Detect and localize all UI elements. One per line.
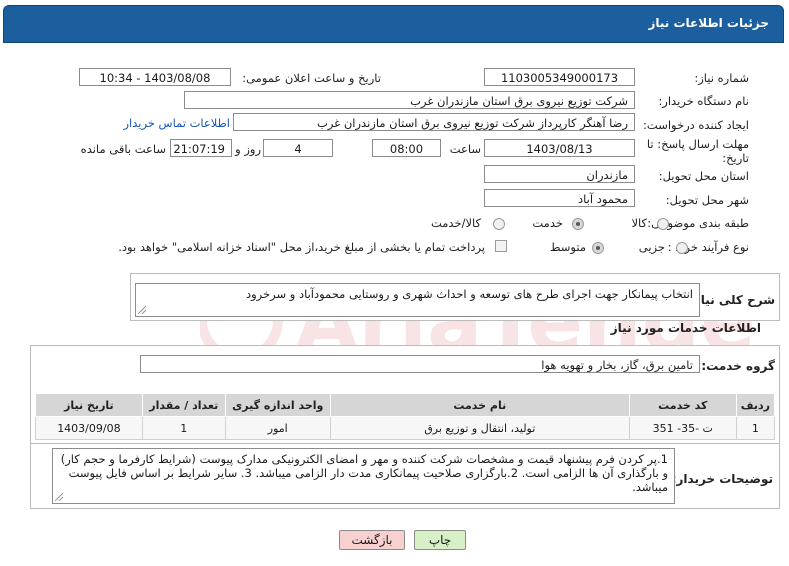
province-label: استان محل تحویل: xyxy=(658,169,749,183)
remaining-label: ساعت باقی مانده xyxy=(80,142,166,156)
days-label: روز و xyxy=(235,142,261,156)
summary-textarea[interactable]: انتخاب پیمانکار جهت اجرای طرح های توسعه … xyxy=(135,283,700,317)
deadline-time-field: 08:00 xyxy=(372,139,441,157)
col-header-quantity: تعداد / مقدار xyxy=(141,393,226,417)
category-radio-service[interactable] xyxy=(572,218,584,230)
summary-text: انتخاب پیمانکار جهت اجرای طرح های توسعه … xyxy=(246,287,693,301)
deadline-hour-label: ساعت xyxy=(449,142,481,156)
treasury-payment-checkbox[interactable] xyxy=(495,240,507,252)
services-section-title: اطلاعات خدمات مورد نیاز xyxy=(610,321,761,335)
category-option-service: خدمت xyxy=(532,216,563,230)
remaining-time-field: 21:07:19 xyxy=(170,139,232,157)
purchase-option-medium: متوسط xyxy=(549,240,586,254)
buyer-contact-link[interactable]: اطلاعات تماس خریدار xyxy=(123,116,230,130)
treasury-payment-note: پرداخت تمام یا بخشی از مبلغ خرید،از محل … xyxy=(118,240,485,254)
cell-row-number: 1 xyxy=(735,416,776,440)
col-header-need-date: تاریخ نیاز xyxy=(35,393,143,417)
resize-grip-icon[interactable] xyxy=(55,493,63,501)
buyer-notes-text: 1.پر کردن فرم پیشنهاد قیمت و مشخصات شرکت… xyxy=(60,452,668,494)
service-group-field: تامین برق، گاز، بخار و تهویه هوا xyxy=(140,355,700,373)
resize-grip-icon[interactable] xyxy=(138,306,146,314)
buyer-org-field: شرکت توزیع نیروی برق استان مازندران غرب xyxy=(184,91,635,109)
purchase-radio-minor[interactable] xyxy=(676,242,688,254)
col-header-service-code: کد خدمت xyxy=(628,393,737,417)
back-button[interactable]: بازگشت xyxy=(339,530,405,550)
category-option-goods-service: کالا/خدمت xyxy=(430,216,481,230)
summary-label: شرح کلی نیاز: xyxy=(689,293,775,307)
need-number-label: شماره نیاز: xyxy=(694,71,749,85)
province-field: مازندران xyxy=(484,165,635,183)
services-table: ردیف کد خدمت نام خدمت واحد اندازه گیری ت… xyxy=(35,393,776,440)
print-button[interactable]: چاپ xyxy=(414,530,466,550)
buyer-notes-label: توضیحات خریدار: xyxy=(671,472,773,486)
city-field: محمود آباد xyxy=(484,189,635,207)
service-group-label: گروه خدمت: xyxy=(701,359,775,373)
category-radio-goods[interactable] xyxy=(657,218,669,230)
deadline-label-date: تاریخ: xyxy=(722,151,749,165)
table-row: 1 ت -35- 351 تولید، انتقال و توزیع برق ا… xyxy=(35,416,776,440)
buyer-org-label: نام دستگاه خریدار: xyxy=(658,94,749,108)
city-label: شهر محل تحویل: xyxy=(665,193,749,207)
col-header-service-name: نام خدمت xyxy=(329,393,630,417)
purchase-radio-medium[interactable] xyxy=(592,242,604,254)
announce-date-field: 1403/08/08 - 10:34 xyxy=(79,68,231,86)
col-header-row-number: ردیف xyxy=(735,393,776,417)
col-header-unit: واحد اندازه گیری xyxy=(224,393,331,417)
deadline-date-field: 1403/08/13 xyxy=(484,139,635,157)
requester-field: رضا آهنگر کارپرداز شرکت توزیع نیروی برق … xyxy=(233,113,635,131)
requester-label: ایجاد کننده درخواست: xyxy=(643,118,749,132)
need-number-field: 1103005349000173 xyxy=(484,68,635,86)
page-title: جزئیات اطلاعات نیاز xyxy=(648,16,769,30)
cell-service-name: تولید، انتقال و توزیع برق xyxy=(329,416,630,440)
cell-quantity: 1 xyxy=(141,416,226,440)
category-option-goods: کالا xyxy=(631,216,647,230)
deadline-label: مهلت ارسال پاسخ: تا xyxy=(646,137,749,151)
category-radio-goods-service[interactable] xyxy=(493,218,505,230)
buyer-notes-textarea[interactable]: 1.پر کردن فرم پیشنهاد قیمت و مشخصات شرکت… xyxy=(52,448,675,504)
announce-date-label: تاریخ و ساعت اعلان عمومی: xyxy=(242,71,381,85)
cell-service-code: ت -35- 351 xyxy=(628,416,737,440)
cell-unit: امور xyxy=(224,416,331,440)
page-header: جزئیات اطلاعات نیاز xyxy=(3,5,784,43)
cell-need-date: 1403/09/08 xyxy=(35,416,143,440)
table-header-row: ردیف کد خدمت نام خدمت واحد اندازه گیری ت… xyxy=(35,393,776,417)
remaining-days-field: 4 xyxy=(263,139,333,157)
purchase-option-minor: جزیی xyxy=(638,240,665,254)
